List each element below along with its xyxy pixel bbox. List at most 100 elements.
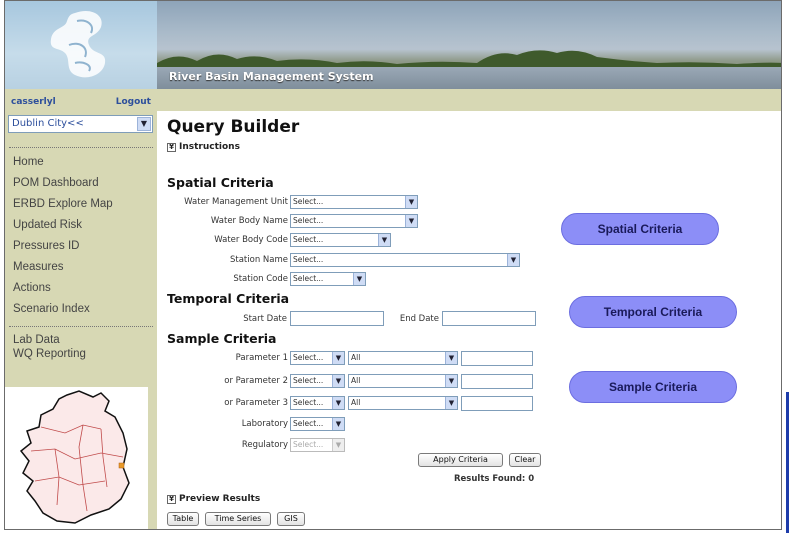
laboratory-label: Laboratory <box>241 419 288 429</box>
chevron-down-icon[interactable]: ▼ <box>405 196 417 208</box>
logout-link[interactable]: Logout <box>116 97 151 107</box>
start-date-input[interactable] <box>290 311 384 326</box>
select-value: Select... <box>293 197 324 206</box>
parameter-1-qualifier-select[interactable]: All ▼ <box>348 351 458 365</box>
nav-item-actions[interactable]: Actions <box>13 282 51 294</box>
expand-icon: ¥ <box>167 142 176 152</box>
instructions-toggle[interactable]: ¥ Instructions <box>167 142 240 152</box>
select-value: Select... <box>293 398 324 407</box>
spatial-criteria-callout: Spatial Criteria <box>561 213 719 245</box>
nav-item-wq-reporting[interactable]: WQ Reporting <box>13 348 86 360</box>
spatial-criteria-heading: Spatial Criteria <box>167 175 274 190</box>
parameter-1-label: Parameter 1 <box>235 353 288 363</box>
water-management-unit-select[interactable]: Select... ▼ <box>290 195 418 209</box>
chevron-down-icon[interactable]: ▼ <box>353 273 365 285</box>
apply-criteria-button[interactable]: Apply Criteria <box>418 453 503 467</box>
nav-item-erbd-explore-map[interactable]: ERBD Explore Map <box>13 198 113 210</box>
select-value: Select... <box>293 353 324 362</box>
select-value: Select... <box>293 216 324 225</box>
sidebar: casserlyl Logout Dublin City<< ▼ Home PO… <box>5 89 157 529</box>
select-value: All <box>351 376 361 385</box>
station-code-select[interactable]: Select... ▼ <box>290 272 366 286</box>
nav-item-lab-data[interactable]: Lab Data <box>13 334 60 346</box>
temporal-criteria-heading: Temporal Criteria <box>167 291 290 306</box>
chevron-down-icon[interactable]: ▼ <box>507 254 519 266</box>
gis-view-button[interactable]: GIS <box>277 512 305 526</box>
parameter-3-value-input[interactable] <box>461 396 533 411</box>
chevron-down-icon[interactable]: ▼ <box>332 418 344 430</box>
station-name-select[interactable]: Select... ▼ <box>290 253 520 267</box>
temporal-criteria-callout: Temporal Criteria <box>569 296 737 328</box>
select-value: All <box>351 353 361 362</box>
preview-results-label: Preview Results <box>179 494 261 504</box>
clear-button[interactable]: Clear <box>509 453 541 467</box>
nav-item-updated-risk[interactable]: Updated Risk <box>13 219 82 231</box>
user-row: casserlyl Logout <box>11 97 151 109</box>
regulatory-label: Regulatory <box>241 440 288 450</box>
chevron-down-icon[interactable]: ▼ <box>137 117 151 131</box>
preview-results-toggle[interactable]: ¥ Preview Results <box>167 494 260 504</box>
main-content: Query Builder ¥ Instructions Spatial Cri… <box>157 111 781 529</box>
chevron-down-icon[interactable]: ▼ <box>405 215 417 227</box>
nav-item-measures[interactable]: Measures <box>13 261 64 273</box>
header-banner: River Basin Management System <box>157 1 781 89</box>
chevron-down-icon[interactable]: ▼ <box>332 397 344 409</box>
select-value: Select... <box>293 274 324 283</box>
select-value: Select... <box>293 255 324 264</box>
celtic-knot-logo-icon <box>50 10 106 78</box>
parameter-3-qualifier-select[interactable]: All ▼ <box>348 396 458 410</box>
select-value: Select... <box>293 440 324 449</box>
parameter-2-value-input[interactable] <box>461 374 533 389</box>
chevron-down-icon[interactable]: ▼ <box>332 352 344 364</box>
city-select[interactable]: Dublin City<< ▼ <box>8 115 153 133</box>
start-date-label: Start Date <box>243 314 287 324</box>
results-found: Results Found: 0 <box>454 474 535 484</box>
nav-item-pom-dashboard[interactable]: POM Dashboard <box>13 177 99 189</box>
time-series-view-button[interactable]: Time Series <box>205 512 271 526</box>
sample-criteria-callout: Sample Criteria <box>569 371 737 403</box>
water-body-code-select[interactable]: Select... ▼ <box>290 233 391 247</box>
chevron-down-icon[interactable]: ▼ <box>445 397 457 409</box>
nav-item-pressures-id[interactable]: Pressures ID <box>13 240 79 252</box>
parameter-1-select[interactable]: Select... ▼ <box>290 351 345 365</box>
content-top-strip <box>157 89 781 111</box>
nav-item-home[interactable]: Home <box>13 156 44 168</box>
chevron-down-icon[interactable]: ▼ <box>445 375 457 387</box>
page-title: Query Builder <box>167 117 300 137</box>
chevron-down-icon[interactable]: ▼ <box>378 234 390 246</box>
app-title: River Basin Management System <box>169 70 374 83</box>
select-value: All <box>351 398 361 407</box>
parameter-2-label: or Parameter 2 <box>224 376 288 386</box>
divider <box>9 147 153 148</box>
end-date-label: End Date <box>399 314 439 324</box>
regulatory-select: Select... ▼ <box>290 438 345 452</box>
username-link[interactable]: casserlyl <box>11 97 56 107</box>
chevron-down-icon: ▼ <box>332 439 344 451</box>
select-value: Select... <box>293 376 324 385</box>
expand-icon: ¥ <box>167 494 176 504</box>
select-value: Select... <box>293 235 324 244</box>
end-date-input[interactable] <box>442 311 536 326</box>
water-management-unit-label: Water Management Unit <box>184 197 288 207</box>
logo <box>5 1 157 89</box>
water-body-code-label: Water Body Code <box>214 235 288 245</box>
nav-item-scenario-index[interactable]: Scenario Index <box>13 303 90 315</box>
parameter-2-select[interactable]: Select... ▼ <box>290 374 345 388</box>
sample-criteria-heading: Sample Criteria <box>167 331 277 346</box>
chevron-down-icon[interactable]: ▼ <box>445 352 457 364</box>
table-view-button[interactable]: Table <box>167 512 199 526</box>
app-window: River Basin Management System casserlyl … <box>4 0 782 530</box>
water-body-name-select[interactable]: Select... ▼ <box>290 214 418 228</box>
parameter-3-select[interactable]: Select... ▼ <box>290 396 345 410</box>
laboratory-select[interactable]: Select... ▼ <box>290 417 345 431</box>
chevron-down-icon[interactable]: ▼ <box>332 375 344 387</box>
parameter-2-qualifier-select[interactable]: All ▼ <box>348 374 458 388</box>
station-code-label: Station Code <box>233 274 288 284</box>
ireland-map <box>5 387 151 529</box>
ireland-map-image <box>19 390 130 524</box>
divider <box>9 326 153 327</box>
instructions-label: Instructions <box>179 142 240 152</box>
parameter-1-value-input[interactable] <box>461 351 533 366</box>
parameter-3-label: or Parameter 3 <box>224 398 288 408</box>
city-select-value: Dublin City<< <box>12 118 84 129</box>
